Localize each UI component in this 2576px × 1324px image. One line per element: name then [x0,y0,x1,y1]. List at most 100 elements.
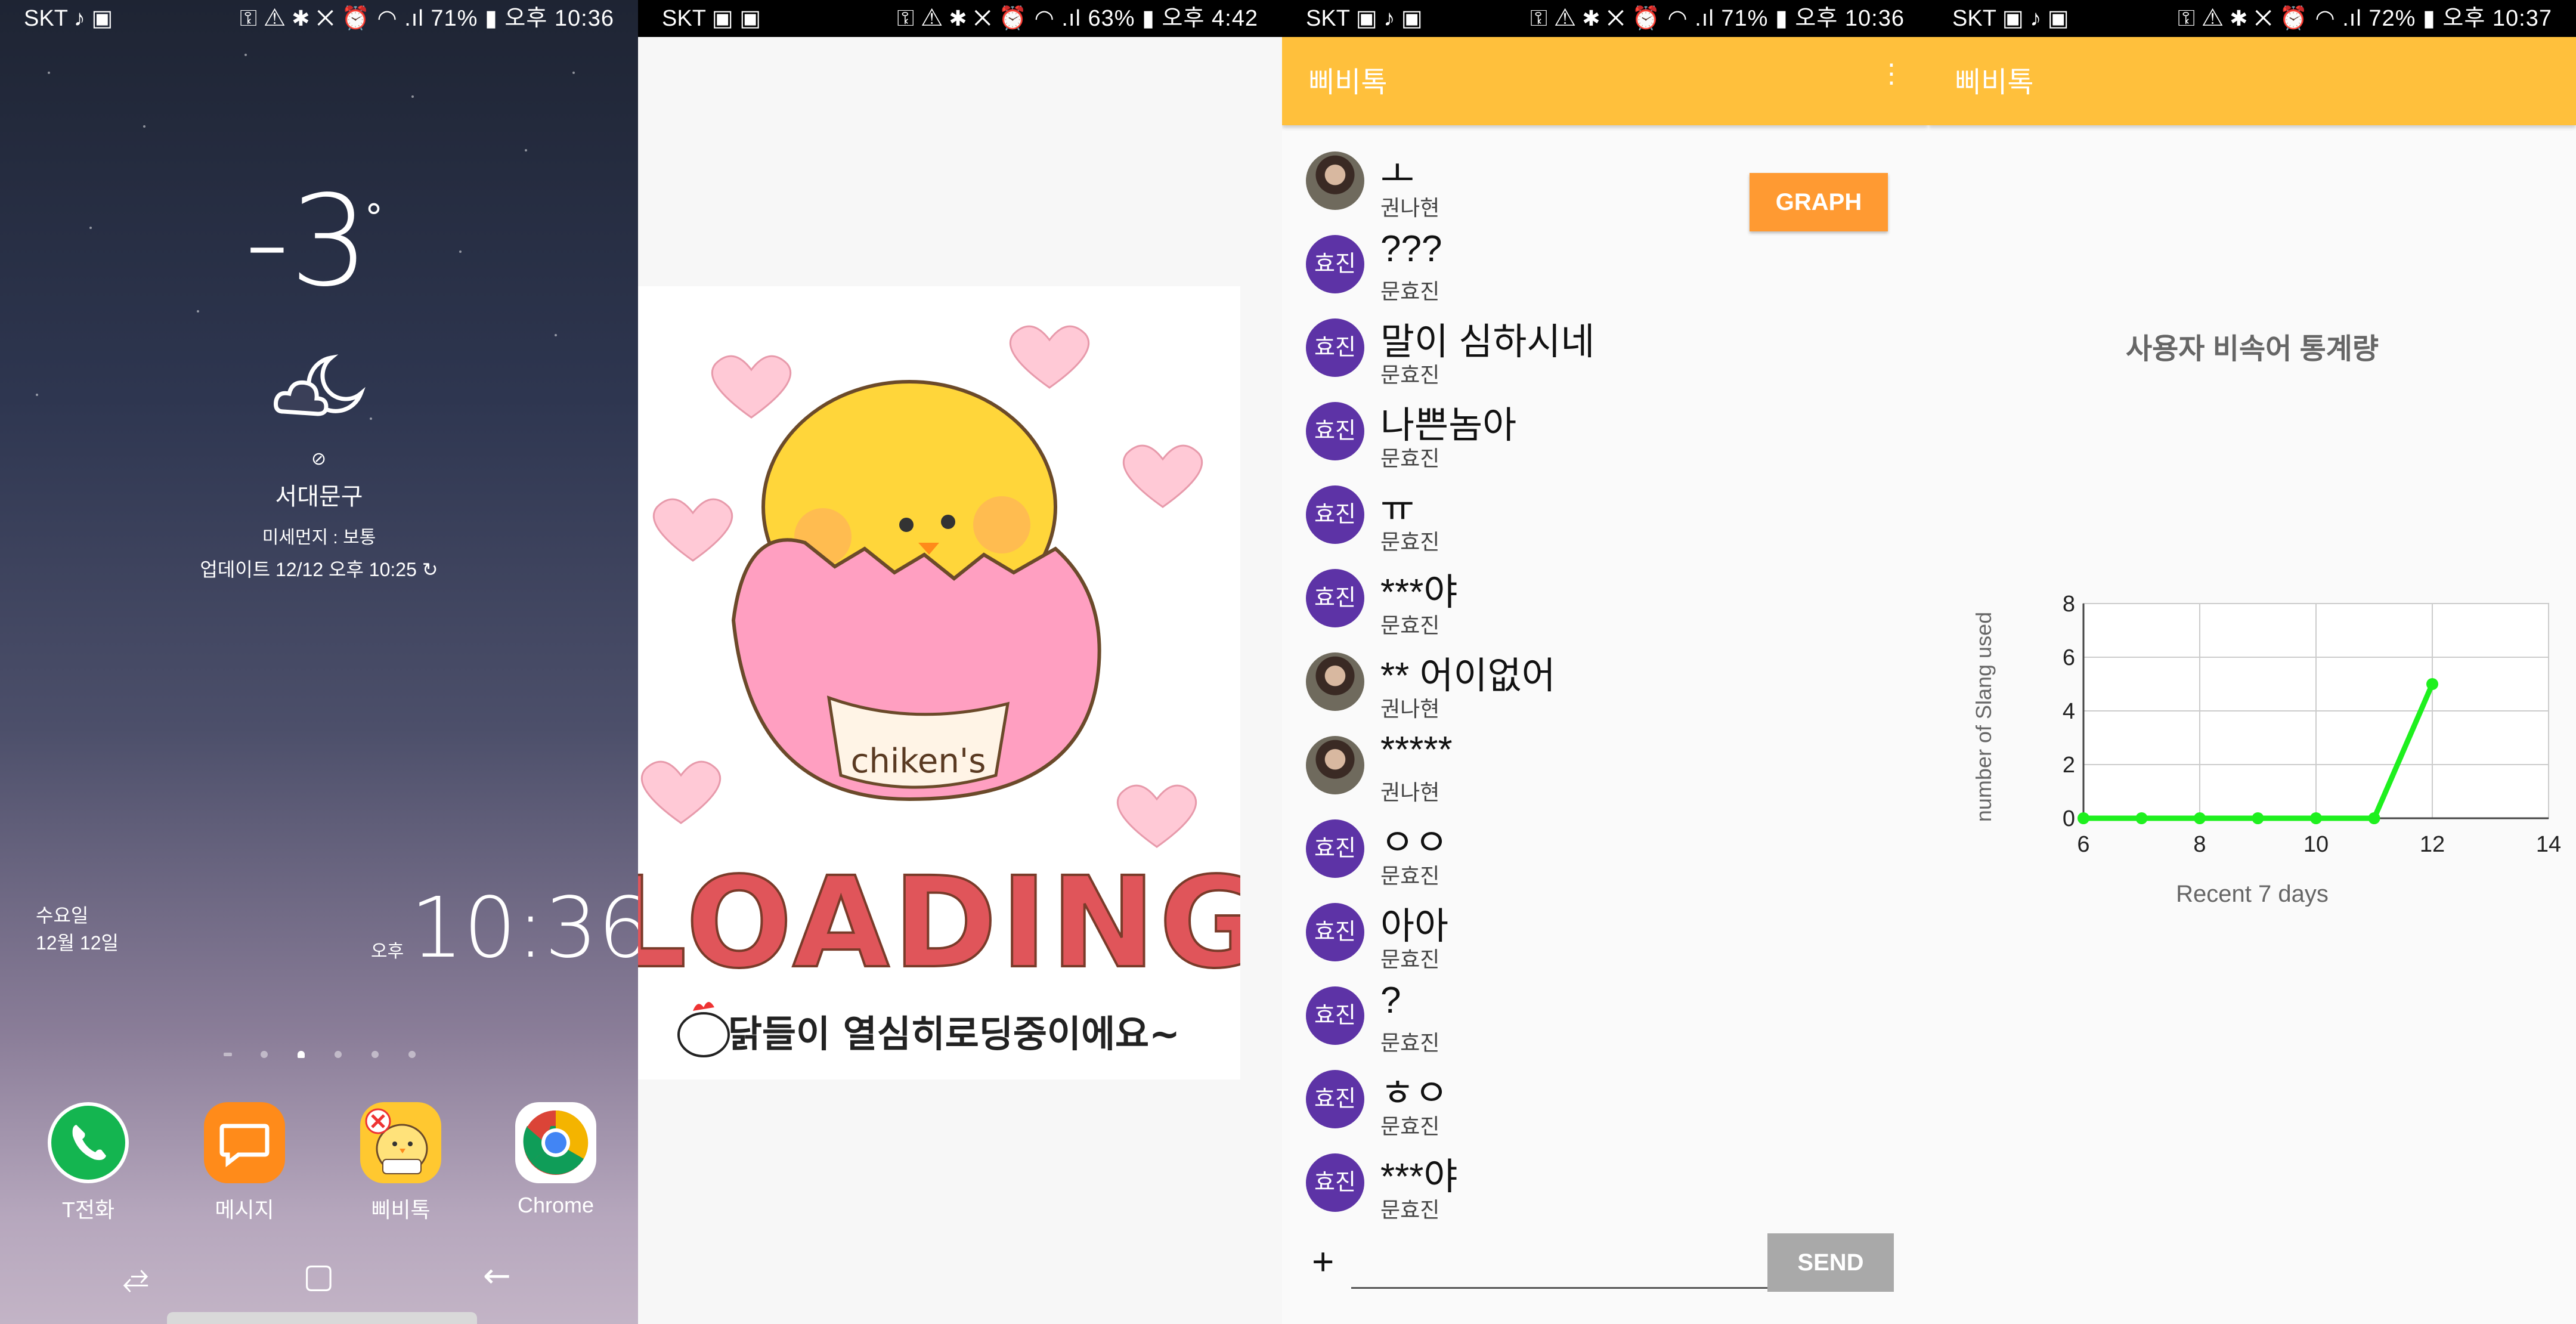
message-item[interactable]: 효진 ㅎㅇ 문효진 [1306,1068,1843,1151]
plus-icon[interactable]: + [1312,1239,1334,1283]
y-tick-label: 4 [2063,699,2075,724]
avatar [1306,652,1364,711]
message-text: ??? [1380,228,1442,270]
app-title: 삐비톡 [1308,67,1388,98]
page-dot [371,1051,379,1058]
message-item[interactable]: 효진 ㅠ 문효진 [1306,483,1843,567]
sender-name: 문효진 [1380,363,1440,387]
y-tick-label: 8 [2063,592,2075,617]
app-label: 삐비톡 [371,1198,431,1222]
send-button[interactable]: SEND [1767,1233,1894,1292]
app-label: 메시지 [215,1198,274,1222]
message-text: 나쁜놈아 [1380,405,1517,446]
message-text: 아아 [1380,906,1449,947]
avatar: 효진 [1306,819,1364,878]
clock-time[interactable]: 10:36 [410,880,638,977]
dock-app-ppibitalk[interactable]: 삐비톡 [347,1102,454,1224]
avatar: 효진 [1306,986,1364,1045]
data-point [2368,812,2380,824]
avatar: 효진 [1306,235,1364,293]
avatar: 효진 [1306,903,1364,961]
loading-illustration: chiken's LOADING 닭들이 열심히로딩중이에요~ [638,286,1263,1079]
loading-word: LOADING [638,850,1240,996]
message-item[interactable]: 효진 ㅇㅇ 문효진 [1306,817,1843,901]
chicken-head-icon [677,1002,730,1057]
graph-button[interactable]: GRAPH [1750,173,1888,231]
message-item[interactable]: 효진 말이 심하시네 문효진 [1306,316,1843,400]
page-dot [408,1051,416,1058]
message-text: ㅇㅇ [1380,822,1449,864]
weather-updated[interactable]: 업데이트 12/12 오후 10:25 ↻ [0,555,638,582]
x-axis-label: Recent 7 days [2176,881,2329,907]
gesture-bar[interactable] [167,1312,477,1324]
status-icons-time: ⚿ ⚠ ✱ ✕ ⏰ ◠ .ıl 71% ▮ 오후 10:36 [240,6,614,31]
message-text: ***야 [1380,1156,1458,1198]
message-item[interactable]: ** 어이없어 권나현 [1306,650,1843,734]
data-point [2252,812,2264,824]
slang-line-chart[interactable]: 6 8 10 12 14 0 2 4 6 8 Recent 7 days number of Slan… [1928,573,2576,907]
x-tick-label: 8 [2193,832,2206,857]
x-tick-label: 10 [2303,832,2329,857]
stats-title: 사용자 비속어 통계량 [2125,333,2379,365]
recent-apps-icon[interactable]: ⥄ [122,1252,149,1300]
avatar [1306,736,1364,794]
scroll-edge-indicator [1282,537,1290,815]
navigation-bar: ⥄ ▢ ← [0,1252,638,1300]
message-text: 말이 심하시네 [1380,321,1595,363]
y-tick-label: 2 [2063,753,2075,778]
temperature[interactable]: -3 [244,179,369,304]
x-tick-label: 12 [2420,832,2445,857]
x-tick-label: 6 [2077,832,2089,857]
x-tick-label: 14 [2536,832,2561,857]
dock-app-phone[interactable]: T전화 [35,1102,142,1224]
message-text: ㅠ [1380,488,1415,530]
sender-name: 권나현 [1380,697,1440,721]
city-name: 서대문구 [275,484,363,510]
message-item[interactable]: 효진 나쁜놈아 문효진 [1306,400,1843,483]
data-point [2194,812,2206,824]
page-dot [335,1051,342,1058]
message-input-row: + SEND [1282,1229,1928,1300]
back-icon[interactable]: ← [483,1252,511,1300]
data-point [2310,812,2322,824]
home-icon[interactable]: ▢ [303,1252,335,1300]
message-item[interactable]: 효진??? 문효진 [1306,228,1843,316]
sender-name: 문효진 [1380,864,1440,888]
message-item[interactable]: 효진? 문효진 [1306,980,1843,1068]
message-item[interactable]: ***** 권나현 [1306,729,1843,817]
overflow-menu-icon[interactable]: ⋮ [1878,61,1905,87]
dock-app-messages[interactable]: 메시지 [191,1102,298,1224]
message-text: ? [1380,980,1401,1021]
message-text: ㅗ [1380,154,1415,196]
dock-app-chrome[interactable]: Chrome [502,1102,609,1218]
message-item[interactable]: 효진 아아 문효진 [1306,901,1843,984]
app-label: Chrome [517,1193,595,1217]
y-tick-label: 0 [2063,806,2075,831]
message-text: ***야 [1380,572,1458,613]
sender-name: 권나현 [1380,780,1440,805]
chrome-icon [515,1102,596,1183]
page-indicator [224,1048,426,1060]
avatar: 효진 [1306,402,1364,460]
status-bar: SKT ♪ ▣ ⚿ ⚠ ✱ ✕ ⏰ ◠ .ıl 71% ▮ 오후 10:36 [0,0,638,37]
chat-screen-panel: SKT ▣ ♪ ▣ ⚿ ⚠ ✱ ✕ ⏰ ◠ .ıl 71% ▮ 오후 10:36… [1282,0,1928,1324]
loading-screen-panel: SKT ▣ ▣ ⚿ ⚠ ✱ ✕ ⏰ ◠ .ıl 63% ▮ 오후 4:42 ch… [638,0,1282,1324]
location-off-icon: ⊘ [311,448,327,469]
sender-name: 문효진 [1380,279,1440,304]
clock-ampm: 오후 [371,941,404,962]
message-item[interactable]: 효진 ***야 문효진 [1306,567,1843,650]
avatar: 효진 [1306,485,1364,544]
sender-name: 문효진 [1380,446,1440,471]
message-item[interactable]: 효진 ***야 문효진 [1306,1151,1843,1235]
avatar: 효진 [1306,569,1364,627]
basket-brand-text: chiken's [851,742,986,781]
data-point [2426,678,2438,690]
y-tick-label: 6 [2063,645,2075,670]
chick-loading-artwork: chiken's LOADING 닭들이 열심히로딩중이에요~ [638,325,1263,1057]
message-text: ***** [1380,729,1453,771]
page-dot [224,1053,232,1056]
phone-icon [48,1102,129,1183]
avatar: 효진 [1306,1070,1364,1128]
carrier-label: SKT ▣ ♪ ▣ [1952,6,2069,31]
cloudy-night-icon [274,354,366,416]
